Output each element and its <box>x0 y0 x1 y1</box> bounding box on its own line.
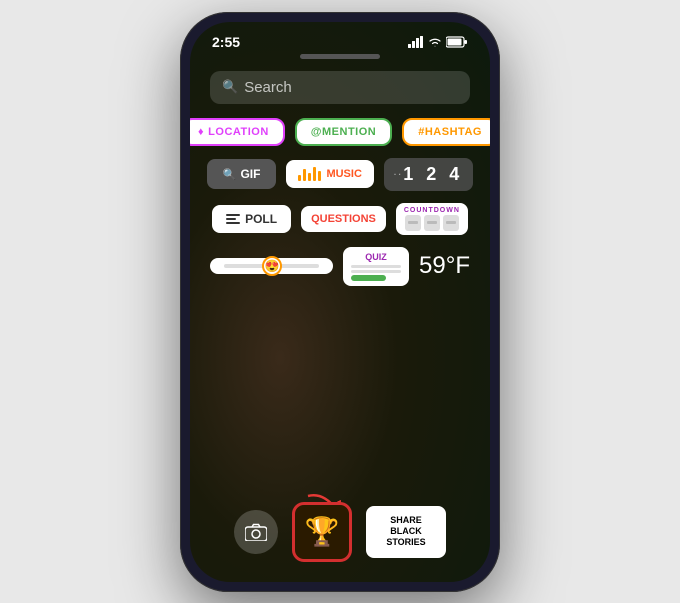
status-bar: 2:55 <box>190 22 490 54</box>
counter-sticker[interactable]: ·· 1 2 4 <box>384 158 473 191</box>
music-bars-icon <box>298 167 321 181</box>
share-line2: BLACK <box>386 526 425 537</box>
digit-box-3 <box>443 215 459 231</box>
poll-lines-icon <box>226 214 240 224</box>
poll-sticker[interactable]: POLL <box>212 205 291 233</box>
quiz-line-2 <box>351 270 401 273</box>
temperature-sticker[interactable]: 59°F <box>419 252 470 280</box>
quiz-lines <box>351 265 401 281</box>
sticker-row-2: 🔍 GIF MUSIC ·· 1 2 4 <box>210 158 470 191</box>
mention-sticker[interactable]: @MENTION <box>295 118 392 146</box>
music-bar-4 <box>313 167 316 181</box>
sticker-row-3: POLL QUESTIONS COUNTDOWN <box>210 203 470 235</box>
emoji-slider-sticker[interactable]: 😍 <box>210 258 333 274</box>
music-bar-5 <box>318 171 321 181</box>
quiz-sticker[interactable]: QUIZ <box>343 247 409 286</box>
temperature-value: 59°F <box>419 252 470 280</box>
share-black-stories-sticker[interactable]: SHARE BLACK STORIES <box>366 506 446 558</box>
quiz-title: QUIZ <box>365 252 387 262</box>
music-label: MUSIC <box>326 168 361 180</box>
share-line3: STORIES <box>386 537 425 548</box>
digit-box-1 <box>405 215 421 231</box>
gif-search-icon: 🔍 <box>223 168 237 181</box>
questions-sticker[interactable]: QUESTIONS <box>301 206 386 232</box>
quiz-answer-line <box>351 275 386 281</box>
search-icon: 🔍 <box>222 79 238 95</box>
search-bar[interactable]: 🔍 Search <box>210 71 470 104</box>
music-bar-2 <box>303 169 306 181</box>
phone-screen: 2:55 <box>190 22 490 582</box>
countdown-sticker[interactable]: COUNTDOWN <box>396 203 468 235</box>
status-time: 2:55 <box>212 34 240 50</box>
hashtag-sticker[interactable]: #HASHTAG <box>402 118 490 146</box>
location-icon-dot: ♦ <box>198 126 204 138</box>
wifi-icon <box>428 36 442 48</box>
search-placeholder: Search <box>244 79 292 96</box>
sticker-row-4: 😍 QUIZ 59°F <box>210 247 470 286</box>
stickers-area: ♦ LOCATION @MENTION #HASHTAG 🔍 GIF <box>190 118 490 494</box>
slider-track: 😍 <box>224 264 319 268</box>
music-bar-1 <box>298 175 301 181</box>
countdown-label: COUNTDOWN <box>404 207 460 214</box>
digit-box-2 <box>424 215 440 231</box>
gif-sticker[interactable]: 🔍 GIF <box>207 159 277 189</box>
sticker-badge[interactable]: 🏆 <box>292 502 352 562</box>
share-line1: SHARE <box>386 515 425 526</box>
camera-button[interactable] <box>234 510 278 554</box>
mention-label: @MENTION <box>311 126 376 138</box>
sticker-row-1: ♦ LOCATION @MENTION #HASHTAG <box>210 118 470 146</box>
location-label: LOCATION <box>208 126 269 138</box>
share-black-text: SHARE BLACK STORIES <box>386 515 425 547</box>
questions-label: QUESTIONS <box>311 213 376 225</box>
countdown-digits <box>405 215 459 231</box>
poll-line-2 <box>226 218 236 220</box>
quiz-line-1 <box>351 265 401 268</box>
music-sticker[interactable]: MUSIC <box>286 160 373 188</box>
counter-dots: ·· <box>394 170 403 179</box>
counter-value: 1 2 4 <box>403 164 463 185</box>
bottom-row: 🏆 SHARE BLACK STORIES <box>190 494 490 582</box>
slider-thumb: 😍 <box>262 256 282 276</box>
hashtag-label: #HASHTAG <box>418 126 482 138</box>
music-bar-3 <box>308 173 311 181</box>
status-icons <box>408 36 468 48</box>
phone-frame: 2:55 <box>180 12 500 592</box>
notch-pill <box>300 54 380 59</box>
signal-icon <box>408 36 424 48</box>
poll-label: POLL <box>245 212 277 226</box>
poll-line-1 <box>226 214 240 216</box>
gif-label: GIF <box>240 167 260 181</box>
location-sticker[interactable]: ♦ LOCATION <box>190 118 285 146</box>
battery-icon <box>446 36 468 48</box>
badge-emoji: 🏆 <box>305 515 340 548</box>
poll-line-3 <box>226 222 240 224</box>
camera-icon <box>245 523 267 541</box>
